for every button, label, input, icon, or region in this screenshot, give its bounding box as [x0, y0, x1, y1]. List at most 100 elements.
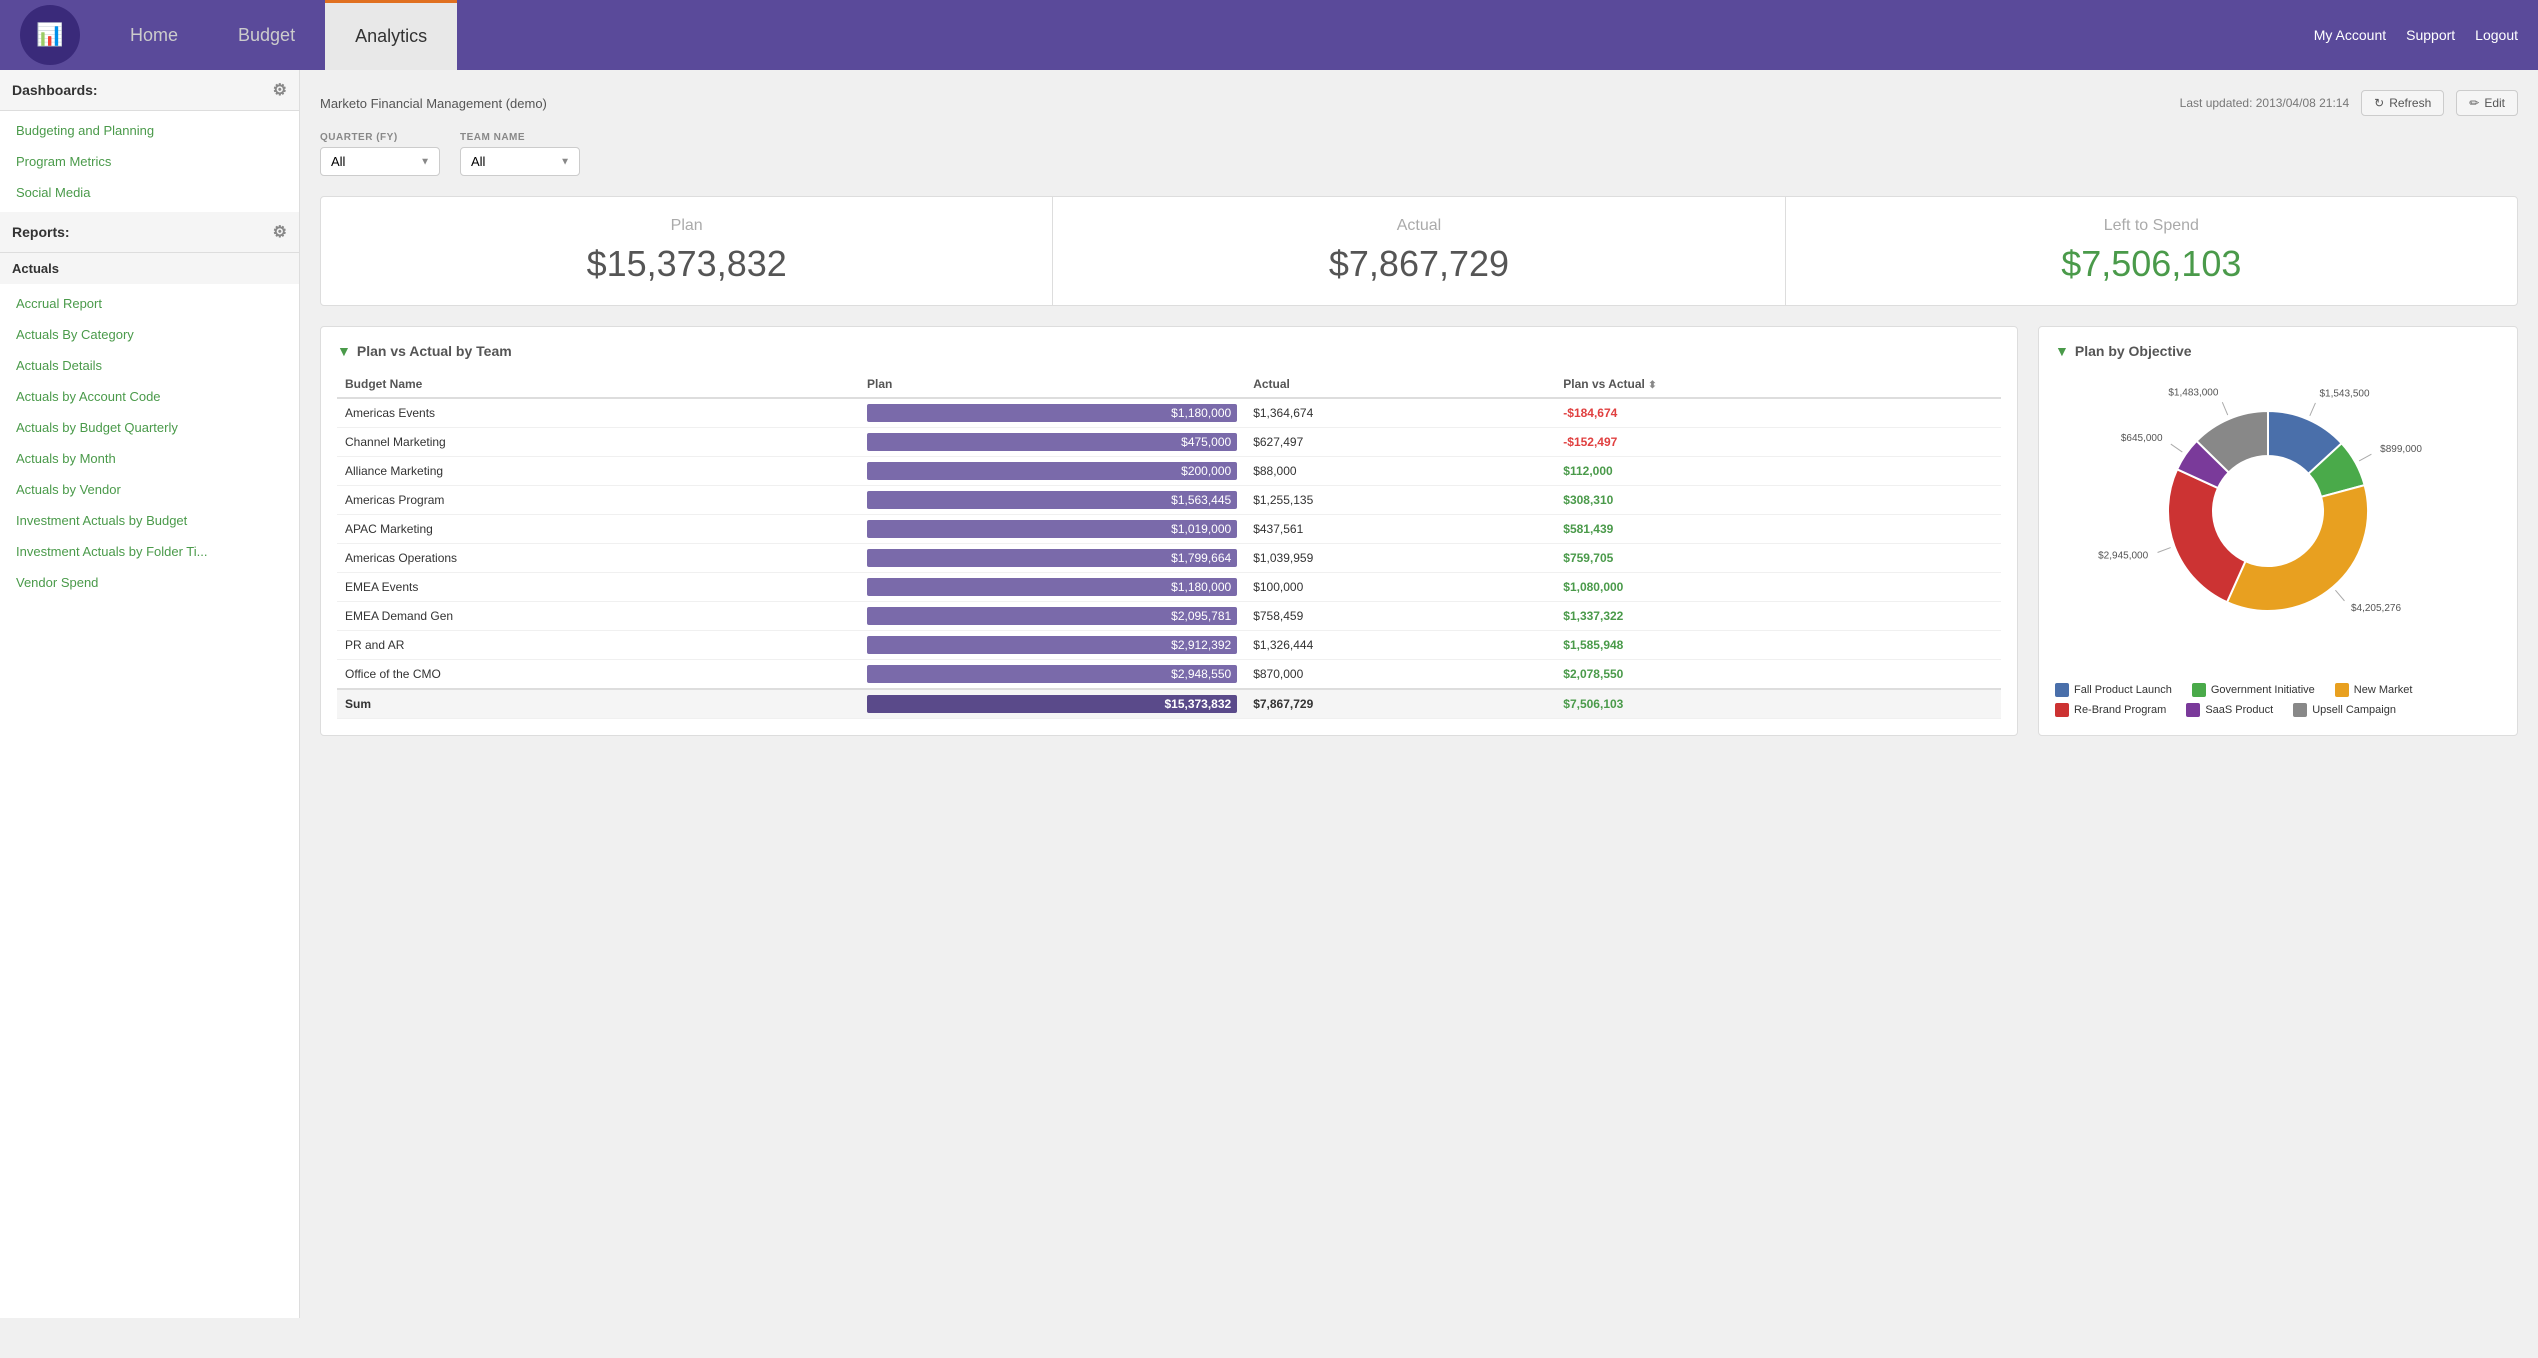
plan-value: $15,373,832: [351, 243, 1022, 285]
legend-item-0: Fall Product Launch: [2055, 683, 2172, 697]
donut-label-line-4: [2171, 444, 2183, 452]
reports-items-list: Accrual Report Actuals By Category Actua…: [0, 284, 299, 602]
plan-card: Plan $15,373,832: [321, 197, 1053, 305]
actual-card: Actual $7,867,729: [1053, 197, 1785, 305]
legend-color-0: [2055, 683, 2069, 697]
team-select[interactable]: All: [460, 147, 580, 176]
donut-label-line-5: [2222, 402, 2227, 415]
cell-name: Americas Operations: [337, 544, 859, 573]
table-row: EMEA Demand Gen $2,095,781 $758,459 $1,3…: [337, 602, 2001, 631]
cell-name: PR and AR: [337, 631, 859, 660]
edit-button[interactable]: ✏ Edit: [2456, 90, 2518, 116]
sidebar-item-investment-budget[interactable]: Investment Actuals by Budget: [0, 505, 299, 536]
sidebar-item-vendor-spend[interactable]: Vendor Spend: [0, 567, 299, 598]
logout-link[interactable]: Logout: [2475, 27, 2518, 43]
cell-name: APAC Marketing: [337, 515, 859, 544]
cell-plan: $1,019,000: [859, 515, 1245, 544]
main-layout: Dashboards: ⚙ Budgeting and Planning Pro…: [0, 70, 2538, 1318]
col-plan-vs-actual[interactable]: Plan vs Actual ⬍: [1555, 371, 2001, 398]
nav-analytics[interactable]: Analytics: [325, 0, 457, 70]
donut-segment-2: [2227, 485, 2368, 611]
plan-vs-actual-panel: ▼ Plan vs Actual by Team Budget Name Pla…: [320, 326, 2018, 736]
cell-actual: $758,459: [1245, 602, 1555, 631]
legend-item-2: New Market: [2335, 683, 2413, 697]
cell-actual: $870,000: [1245, 660, 1555, 690]
team-filter-label: TEAM NAME: [460, 132, 580, 143]
legend-label-0: Fall Product Launch: [2074, 684, 2172, 696]
reports-label: Reports:: [12, 224, 70, 240]
donut-svg: $1,543,500$899,000$4,205,276$2,945,000$6…: [2108, 381, 2448, 661]
cell-actual: $1,364,674: [1245, 398, 1555, 428]
cell-actual: $1,255,135: [1245, 486, 1555, 515]
sidebar-item-actuals-quarterly[interactable]: Actuals by Budget Quarterly: [0, 412, 299, 443]
nav-budget[interactable]: Budget: [208, 0, 325, 70]
cell-actual: $100,000: [1245, 573, 1555, 602]
donut-label-line-2: [2335, 590, 2344, 601]
table-row: Alliance Marketing $200,000 $88,000 $112…: [337, 457, 2001, 486]
sidebar-item-program-metrics[interactable]: Program Metrics: [0, 146, 299, 177]
sum-plan: $15,373,832: [859, 689, 1245, 719]
app-header: 📊 Home Budget Analytics My Account Suppo…: [0, 0, 2538, 70]
table-row: Americas Program $1,563,445 $1,255,135 $…: [337, 486, 2001, 515]
table-row: Americas Events $1,180,000 $1,364,674 -$…: [337, 398, 2001, 428]
dashboards-gear-icon[interactable]: ⚙: [273, 80, 287, 100]
cell-plan: $1,799,664: [859, 544, 1245, 573]
sum-actual: $7,867,729: [1245, 689, 1555, 719]
donut-label-line-1: [2359, 454, 2371, 461]
main-content: Marketo Financial Management (demo) Last…: [300, 70, 2538, 1318]
cell-plan: $1,563,445: [859, 486, 1245, 515]
legend-label-2: New Market: [2354, 684, 2413, 696]
cell-pvsa: $2,078,550: [1555, 660, 2001, 690]
plan-vs-actual-title: ▼ Plan vs Actual by Team: [337, 343, 2001, 359]
cell-name: EMEA Demand Gen: [337, 602, 859, 631]
sidebar-item-budgeting[interactable]: Budgeting and Planning: [0, 115, 299, 146]
reports-gear-icon[interactable]: ⚙: [273, 222, 287, 242]
cell-actual: $627,497: [1245, 428, 1555, 457]
cell-plan: $1,180,000: [859, 573, 1245, 602]
legend-label-4: SaaS Product: [2205, 704, 2273, 716]
plan-label: Plan: [351, 217, 1022, 235]
plan-by-objective-title: ▼ Plan by Objective: [2055, 343, 2501, 359]
sidebar-item-actuals-details[interactable]: Actuals Details: [0, 350, 299, 381]
sum-label: Sum: [337, 689, 859, 719]
refresh-label: Refresh: [2389, 96, 2431, 110]
cell-actual: $1,326,444: [1245, 631, 1555, 660]
sidebar-item-actuals-month[interactable]: Actuals by Month: [0, 443, 299, 474]
quarter-select[interactable]: All: [320, 147, 440, 176]
donut-label-line-0: [2310, 403, 2316, 416]
charts-row: ▼ Plan vs Actual by Team Budget Name Pla…: [320, 326, 2518, 736]
cell-plan: $2,095,781: [859, 602, 1245, 631]
quarter-select-wrapper: All: [320, 147, 440, 176]
cell-plan: $2,948,550: [859, 660, 1245, 690]
sidebar-item-actuals-category[interactable]: Actuals By Category: [0, 319, 299, 350]
cell-name: Americas Program: [337, 486, 859, 515]
donut-segment-3: [2168, 469, 2245, 602]
col-actual: Actual: [1245, 371, 1555, 398]
my-account-link[interactable]: My Account: [2314, 27, 2386, 43]
sidebar-item-social-media[interactable]: Social Media: [0, 177, 299, 208]
reports-section-header: Reports: ⚙: [0, 212, 299, 253]
nav-home[interactable]: Home: [100, 0, 208, 70]
plan-by-objective-panel: ▼ Plan by Objective $1,543,500$899,000$4…: [2038, 326, 2518, 736]
sidebar-item-actuals-account[interactable]: Actuals by Account Code: [0, 381, 299, 412]
refresh-button[interactable]: ↻ Refresh: [2361, 90, 2444, 116]
header-right-links: My Account Support Logout: [2314, 27, 2518, 43]
donut-label-line-3: [2158, 548, 2171, 553]
sidebar-item-actuals-vendor[interactable]: Actuals by Vendor: [0, 474, 299, 505]
app-logo: 📊: [20, 5, 80, 65]
logo-icon: 📊: [36, 22, 63, 48]
legend-color-2: [2335, 683, 2349, 697]
legend-label-1: Government Initiative: [2211, 684, 2315, 696]
page-title: Marketo Financial Management (demo): [320, 96, 547, 111]
legend-color-5: [2293, 703, 2307, 717]
sidebar-item-accrual[interactable]: Accrual Report: [0, 288, 299, 319]
support-link[interactable]: Support: [2406, 27, 2455, 43]
cell-plan: $2,912,392: [859, 631, 1245, 660]
cell-name: Alliance Marketing: [337, 457, 859, 486]
cell-name: EMEA Events: [337, 573, 859, 602]
edit-label: Edit: [2484, 96, 2505, 110]
sidebar: Dashboards: ⚙ Budgeting and Planning Pro…: [0, 70, 300, 1318]
dashboard-items-list: Budgeting and Planning Program Metrics S…: [0, 111, 299, 212]
content-topbar: Marketo Financial Management (demo) Last…: [320, 90, 2518, 116]
sidebar-item-investment-folder[interactable]: Investment Actuals by Folder Ti...: [0, 536, 299, 567]
